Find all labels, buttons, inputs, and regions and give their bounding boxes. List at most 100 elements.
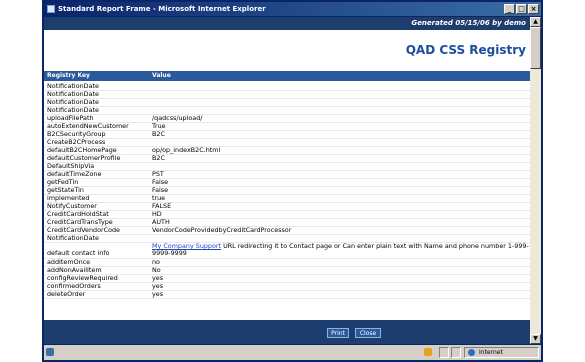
ie-icon (47, 5, 55, 13)
registry-key: autoExtendNewCustomer (47, 123, 129, 130)
registry-value (152, 107, 530, 114)
registry-key: B2CSecurityGroup (47, 131, 106, 138)
registry-key: confirmedOrders (47, 283, 101, 290)
registry-value: VendorCodeProvidedbyCreditCardProcessor (152, 226, 292, 234)
table-row: uploadFilePath/qadcss/upload/ (44, 115, 530, 123)
registry-key: NotificationDate (47, 107, 99, 114)
table-header: Registry Key Value (44, 71, 530, 81)
table-row: implemented true (44, 195, 530, 203)
registry-value: True (152, 122, 166, 130)
table-row: deleteOrder yes (44, 291, 530, 299)
globe-icon (468, 349, 475, 356)
zone-label: Internet (479, 349, 503, 356)
print-button[interactable]: Print (327, 328, 349, 338)
registry-key: defaultB2CHomePage (47, 147, 117, 154)
table-row: CreditCardHoldStat HD (44, 211, 530, 219)
window-title: Standard Report Frame - Microsoft Intern… (58, 5, 266, 13)
registry-value: No (152, 266, 161, 274)
scroll-down-arrow-icon[interactable]: ▼ (530, 334, 541, 344)
table-row: getStateTin False (44, 187, 530, 195)
registry-value: op/op_indexB2C.html (152, 146, 221, 154)
registry-value: true (152, 194, 166, 202)
table-row: default contact info My Company Support U… (44, 243, 530, 259)
registry-key: configReviewRequired (47, 275, 118, 282)
registry-key: NotificationDate (47, 99, 99, 106)
security-icon (424, 348, 432, 356)
table-row: getFedTin False (44, 179, 530, 187)
registry-value: False (152, 186, 169, 194)
table-row: autoExtendNewCustomer True (44, 123, 530, 131)
table-row: addItemOnce no (44, 259, 530, 267)
registry-key: addNonAvailItem (47, 267, 102, 274)
table-row: configReviewRequired yes (44, 275, 530, 283)
table-row: NotificationDate (44, 99, 530, 107)
scroll-thumb[interactable] (530, 27, 541, 69)
close-button[interactable]: Close (355, 328, 381, 338)
registry-value (152, 99, 530, 106)
table-row: defaultB2CHomePage op/op_indexB2C.html (44, 147, 530, 155)
generated-banner: Generated 05/15/06 by demo (44, 17, 530, 30)
registry-value (152, 91, 530, 98)
table-row: DefaultShipVia (44, 163, 530, 171)
registry-value: AUTH (152, 218, 170, 226)
registry-value: My Company Support URL redirecting it to… (152, 243, 530, 258)
table-row: NotifyCustomer FALSE (44, 203, 530, 211)
registry-key: CreditCardVendorCode (47, 227, 120, 234)
table-row: NotificationDate (44, 91, 530, 99)
registry-value (152, 235, 530, 242)
registry-key: getStateTin (47, 187, 84, 194)
table-row: CreateB2CProcess (44, 139, 530, 147)
registry-value: B2C (152, 154, 165, 162)
scroll-up-arrow-icon[interactable]: ▲ (530, 17, 541, 27)
report-title: QAD CSS Registry (405, 43, 526, 57)
vertical-scrollbar[interactable]: ▲ ▼ (530, 17, 541, 344)
report-content: Generated 05/15/06 by demo QAD CSS Regis… (44, 17, 530, 344)
registry-value: /qadcss/upload/ (152, 114, 203, 122)
registry-key: CreditCardHoldStat (47, 211, 109, 218)
title-bar[interactable]: Standard Report Frame - Microsoft Intern… (44, 2, 541, 16)
registry-key: CreateB2CProcess (47, 139, 106, 146)
registry-key: uploadFilePath (47, 115, 94, 122)
registry-key: NotificationDate (47, 83, 99, 90)
registry-key: defaultCustomerProfile (47, 155, 121, 162)
registry-value: yes (152, 282, 164, 290)
table-row: addNonAvailItem No (44, 267, 530, 275)
status-panel (451, 347, 461, 358)
registry-key: NotifyCustomer (47, 203, 97, 210)
internet-zone: Internet (464, 347, 539, 358)
maximize-button[interactable]: □ (516, 4, 527, 14)
table-row: defaultCustomerProfile B2C (44, 155, 530, 163)
registry-key: defaultTimeZone (47, 171, 102, 178)
registry-key: deleteOrder (47, 291, 86, 298)
registry-key: CreditCardTransType (47, 219, 113, 226)
registry-key: NotificationDate (47, 235, 99, 242)
registry-value: no (152, 258, 160, 266)
table-row: B2CSecurityGroup B2C (44, 131, 530, 139)
minimize-button[interactable]: _ (504, 4, 515, 14)
registry-value: FALSE (152, 202, 172, 210)
table-row: NotificationDate (44, 107, 530, 115)
header-registry-key: Registry Key (47, 72, 90, 79)
page-status-icon (46, 348, 54, 356)
table-row: NotificationDate (44, 83, 530, 91)
footer-bar: Print Close (44, 320, 530, 344)
registry-key: addItemOnce (47, 259, 91, 266)
registry-value: False (152, 178, 169, 186)
registry-key: NotificationDate (47, 91, 99, 98)
registry-value (152, 163, 530, 170)
table-row: defaultTimeZone PST (44, 171, 530, 179)
table-row: CreditCardVendorCode VendorCodeProvidedby… (44, 227, 530, 235)
status-panel (439, 347, 449, 358)
registry-table: NotificationDate NotificationDate Notifica… (44, 83, 530, 299)
registry-value: B2C (152, 130, 165, 138)
registry-value: HD (152, 210, 162, 218)
header-value: Value (152, 72, 171, 79)
registry-value: yes (152, 274, 164, 282)
registry-value (152, 139, 530, 146)
registry-value (152, 83, 530, 90)
registry-value: yes (152, 290, 164, 298)
status-bar: Internet (44, 345, 541, 360)
browser-window: Standard Report Frame - Microsoft Intern… (42, 0, 543, 362)
close-window-button[interactable]: × (528, 4, 539, 14)
registry-key: default contact info (47, 249, 110, 257)
